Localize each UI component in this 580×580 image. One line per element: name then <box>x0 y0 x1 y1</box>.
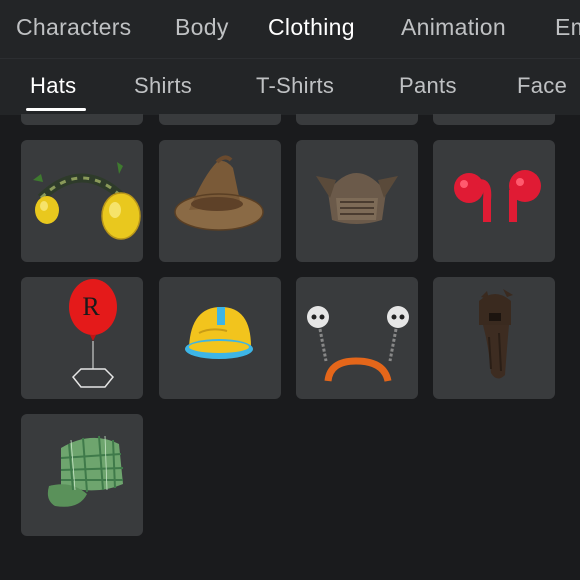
witch-hat-icon <box>174 155 264 231</box>
tab-t-shirts[interactable]: T-Shirts <box>256 73 334 99</box>
item-tile-partial[interactable] <box>433 114 555 125</box>
red-ear-tufts-icon <box>454 170 541 222</box>
hard-hat-icon <box>185 307 253 359</box>
tab-clothing[interactable]: Clothing <box>268 14 355 41</box>
item-tile[interactable] <box>433 277 555 399</box>
item-tile[interactable] <box>159 140 281 262</box>
item-tile-partial[interactable] <box>159 114 281 125</box>
tab-hats[interactable]: Hats <box>30 73 76 99</box>
tab-animation[interactable]: Animation <box>401 14 506 41</box>
category-tab-bar: Characters Body Clothing Animation Em <box>0 0 580 58</box>
item-tile[interactable] <box>21 414 143 536</box>
item-tile[interactable] <box>159 277 281 399</box>
tab-body[interactable]: Body <box>175 14 229 41</box>
item-tile[interactable] <box>296 140 418 262</box>
cat-ear-hood-icon <box>316 173 398 224</box>
tab-pants[interactable]: Pants <box>399 73 457 99</box>
red-balloon-icon: R <box>69 279 117 388</box>
active-tab-indicator <box>26 108 86 111</box>
tab-emotes-partial[interactable]: Em <box>555 14 580 41</box>
lemon-headphones-icon <box>33 162 141 240</box>
plaid-cap-icon <box>47 435 124 507</box>
item-tile[interactable] <box>433 140 555 262</box>
tab-shirts[interactable]: Shirts <box>134 73 192 99</box>
item-tile[interactable]: R <box>21 277 143 399</box>
item-tile-partial[interactable] <box>296 114 418 125</box>
item-tile[interactable] <box>296 277 418 399</box>
balloon-letter: R <box>82 292 100 321</box>
item-tile[interactable] <box>21 140 143 262</box>
subcategory-tab-bar: Hats Shirts T-Shirts Pants Face <box>0 58 580 115</box>
tab-face-partial[interactable]: Face <box>517 73 567 99</box>
accessory-grid: R <box>0 114 580 580</box>
bear-hood-icon <box>479 289 513 379</box>
skull-headband-icon <box>307 306 409 382</box>
item-tile-partial[interactable] <box>21 114 143 125</box>
tab-characters[interactable]: Characters <box>16 14 131 41</box>
